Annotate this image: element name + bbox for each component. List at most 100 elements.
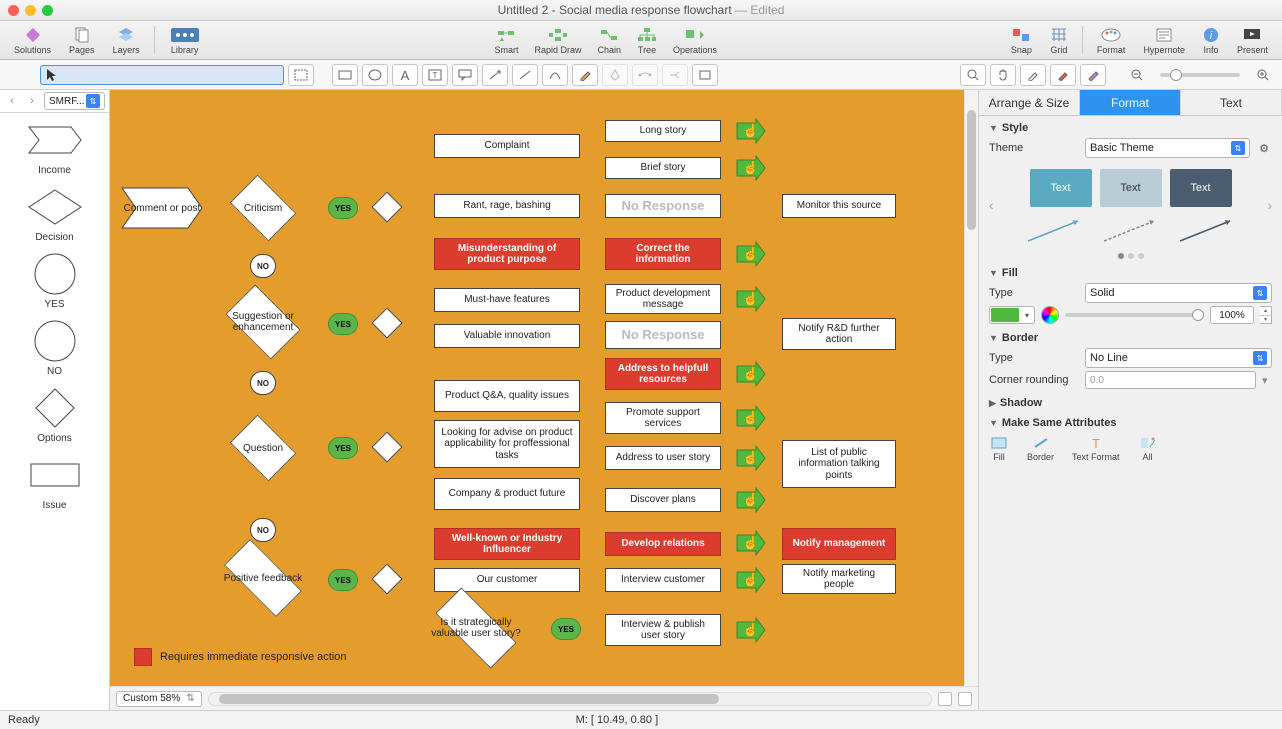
- action-arrow[interactable]: ☝: [736, 530, 766, 556]
- node-promote[interactable]: Promote support services: [605, 402, 721, 434]
- section-toggle-border[interactable]: ▼Border: [989, 332, 1272, 344]
- node-talking-points[interactable]: List of public information talking point…: [782, 440, 896, 488]
- curve-tool[interactable]: [542, 64, 568, 86]
- node-criticism[interactable]: Criticism: [228, 178, 298, 238]
- opacity-slider[interactable]: [1065, 313, 1204, 317]
- node-publish[interactable]: Interview & publish user story: [605, 614, 721, 646]
- node-future[interactable]: Company & product future: [434, 478, 580, 510]
- action-arrow[interactable]: ☝: [736, 361, 766, 387]
- action-arrow[interactable]: ☝: [736, 405, 766, 431]
- textbox-tool[interactable]: T: [422, 64, 448, 86]
- node-brief-story[interactable]: Brief story: [605, 157, 721, 179]
- color-wheel-icon[interactable]: [1041, 306, 1059, 324]
- node-notify-mgmt[interactable]: Notify management: [782, 528, 896, 560]
- action-arrow[interactable]: ☝: [736, 487, 766, 513]
- same-text-button[interactable]: TText Format: [1072, 435, 1120, 463]
- rectangle-tool[interactable]: [332, 64, 358, 86]
- node-rant[interactable]: Rant, rage, bashing: [434, 194, 580, 218]
- rapid-draw-button[interactable]: Rapid Draw: [526, 24, 589, 57]
- info-button[interactable]: iInfo: [1195, 24, 1227, 57]
- shape-yes[interactable]: [27, 255, 83, 293]
- mini-diamond[interactable]: [376, 196, 398, 218]
- style-next-icon[interactable]: ›: [1267, 197, 1272, 213]
- section-toggle-style[interactable]: ▼Style: [989, 122, 1272, 134]
- grid-button[interactable]: Grid: [1042, 24, 1076, 57]
- corner-input[interactable]: 0.0: [1085, 371, 1256, 389]
- line-tool[interactable]: [512, 64, 538, 86]
- same-all-button[interactable]: All: [1138, 435, 1158, 463]
- node-dev-msg[interactable]: Product development message: [605, 284, 721, 314]
- node-qa[interactable]: Product Q&A, quality issues: [434, 380, 580, 412]
- arrow-tool[interactable]: [482, 64, 508, 86]
- branch-tool[interactable]: [662, 64, 688, 86]
- node-question[interactable]: Question: [228, 418, 298, 478]
- node-misunderstanding[interactable]: Misunderstanding of product purpose: [434, 238, 580, 270]
- pen-tool[interactable]: [602, 64, 628, 86]
- chain-button[interactable]: Chain: [589, 24, 629, 57]
- tab-arrange[interactable]: Arrange & Size: [979, 90, 1080, 115]
- node-advise[interactable]: Looking for advise on product applicabil…: [434, 420, 580, 468]
- solutions-button[interactable]: Solutions: [6, 24, 59, 57]
- action-arrow[interactable]: ☝: [736, 567, 766, 593]
- library-back-icon[interactable]: ‹: [4, 93, 20, 109]
- tree-button[interactable]: Tree: [629, 24, 665, 57]
- node-valuable[interactable]: Valuable innovation: [434, 324, 580, 348]
- action-arrow[interactable]: ☝: [736, 286, 766, 312]
- action-arrow[interactable]: ☝: [736, 155, 766, 181]
- layers-button[interactable]: Layers: [105, 24, 148, 57]
- brush-tool[interactable]: [1050, 64, 1076, 86]
- node-discover[interactable]: Discover plans: [605, 488, 721, 512]
- opacity-value[interactable]: 100%: [1210, 306, 1254, 324]
- node-suggestion[interactable]: Suggestion or enhancement: [222, 290, 304, 354]
- action-arrow[interactable]: ☝: [736, 445, 766, 471]
- node-no-response[interactable]: No Response: [605, 194, 721, 218]
- node-address-resources[interactable]: Address to helpfull resources: [605, 358, 721, 390]
- format-toolbar-button[interactable]: Format: [1089, 24, 1134, 57]
- text-tool[interactable]: A: [392, 64, 418, 86]
- same-border-button[interactable]: Border: [1027, 435, 1054, 463]
- horizontal-scrollbar[interactable]: [208, 692, 932, 706]
- arrow-style-1[interactable]: [1024, 215, 1086, 245]
- library-forward-icon[interactable]: ›: [24, 93, 40, 109]
- arrow-style-2[interactable]: [1100, 215, 1162, 245]
- opacity-stepper[interactable]: ▴▾: [1260, 306, 1272, 324]
- mini-diamond[interactable]: [376, 312, 398, 334]
- border-type-select[interactable]: No Line⇅: [1085, 348, 1272, 368]
- node-notify-mkt[interactable]: Notify marketing people: [782, 564, 896, 594]
- node-monitor[interactable]: Monitor this source: [782, 194, 896, 218]
- node-no-response-2[interactable]: No Response: [605, 321, 721, 349]
- node-correct-info[interactable]: Correct the information: [605, 238, 721, 270]
- node-interview[interactable]: Interview customer: [605, 568, 721, 592]
- node-influencer[interactable]: Well-known or Industry Influencer: [434, 528, 580, 560]
- pointer-tool[interactable]: [40, 65, 284, 85]
- smart-button[interactable]: Smart: [486, 24, 526, 57]
- node-must-have[interactable]: Must-have features: [434, 288, 580, 312]
- view-mode-2[interactable]: [958, 692, 972, 706]
- library-button[interactable]: Library: [161, 24, 209, 57]
- node-notify-rd[interactable]: Notify R&D further action: [782, 318, 896, 350]
- connector-tool[interactable]: [632, 64, 658, 86]
- zoom-slider[interactable]: [1160, 73, 1240, 77]
- tab-format[interactable]: Format: [1080, 90, 1181, 115]
- node-our-customer[interactable]: Our customer: [434, 568, 580, 592]
- shape-tool[interactable]: [692, 64, 718, 86]
- action-arrow[interactable]: ☝: [736, 118, 766, 144]
- section-toggle-fill[interactable]: ▼Fill: [989, 267, 1272, 279]
- operations-button[interactable]: Operations: [665, 24, 725, 57]
- section-toggle-shadow[interactable]: ▶Shadow: [989, 397, 1272, 409]
- section-toggle-same[interactable]: ▼Make Same Attributes: [989, 417, 1272, 429]
- node-start[interactable]: Comment or post: [120, 186, 204, 230]
- pencil-tool[interactable]: [572, 64, 598, 86]
- theme-select[interactable]: Basic Theme⇅: [1085, 138, 1250, 158]
- zoom-in-icon[interactable]: [1250, 64, 1276, 86]
- style-swatch-2[interactable]: Text: [1100, 169, 1162, 207]
- marquee-tool[interactable]: [288, 64, 314, 86]
- node-positive[interactable]: Positive feedback: [216, 550, 310, 606]
- mini-diamond[interactable]: [376, 568, 398, 590]
- ellipse-tool[interactable]: [362, 64, 388, 86]
- highlighter-tool[interactable]: [1080, 64, 1106, 86]
- shape-income[interactable]: [27, 121, 83, 159]
- pages-button[interactable]: Pages: [61, 24, 103, 57]
- mini-diamond[interactable]: [376, 436, 398, 458]
- library-select[interactable]: SMRF...⇅: [44, 92, 105, 110]
